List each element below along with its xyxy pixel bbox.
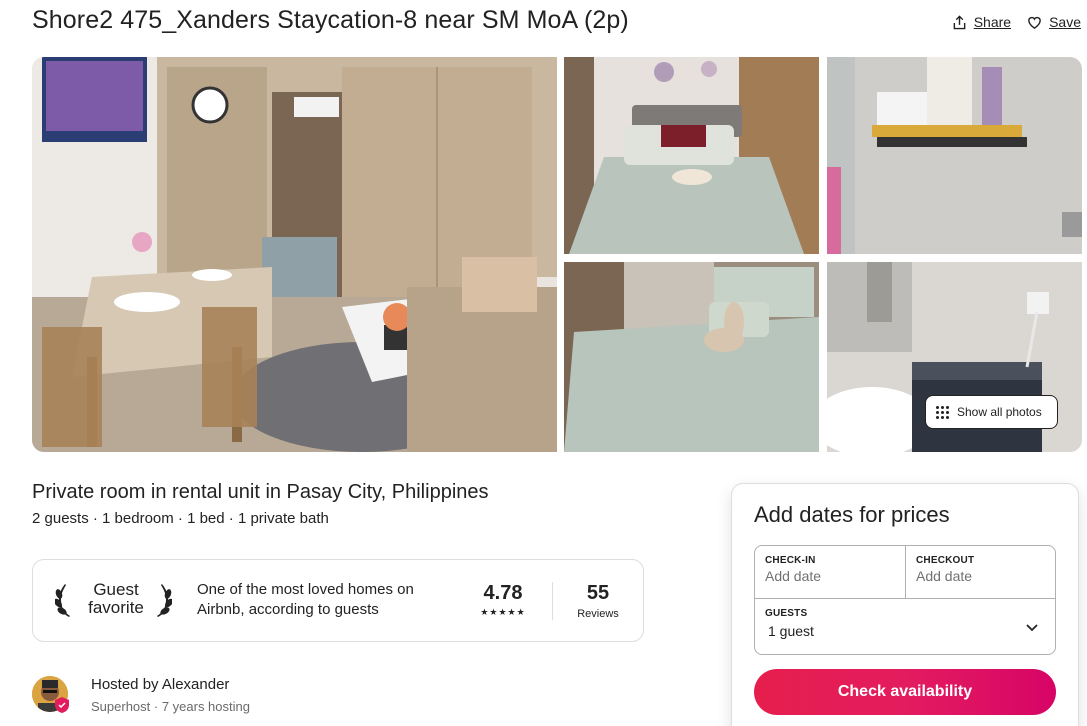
share-label: Share (973, 14, 1012, 30)
laurel-left-icon (55, 584, 70, 617)
guest-favorite-card[interactable]: Guest favorite One of the most loved hom… (32, 559, 644, 642)
divider (552, 582, 553, 620)
guests-field[interactable]: GUESTS 1 guest (755, 599, 1055, 654)
show-all-photos-button[interactable]: Show all photos (925, 395, 1058, 429)
checkout-label: CHECKOUT (916, 555, 975, 566)
rating-block: 4.78 ★★★★★ (473, 582, 533, 618)
guest-favorite-description: One of the most loved homes on Airbnb, a… (197, 581, 414, 618)
share-button[interactable]: Share (952, 14, 1011, 30)
check-availability-button[interactable]: Check availability (754, 669, 1056, 715)
chevron-down-icon (1026, 624, 1038, 632)
guest-favorite-line2: favorite (88, 598, 144, 617)
listing-details: 2 guests · 1 bedroom · 1 bed · 1 private… (32, 510, 329, 527)
checkin-value: Add date (765, 568, 822, 584)
checkin-field[interactable]: CHECK-IN Add date (755, 546, 906, 599)
superhost-badge-icon (55, 697, 69, 713)
guests-value: 1 guest (768, 623, 814, 639)
checkout-value: Add date (916, 568, 973, 584)
checkin-label: CHECK-IN (765, 555, 816, 566)
guest-favorite-badge: Guest favorite (79, 581, 153, 617)
booking-title: Add dates for prices (754, 502, 950, 527)
guest-favorite-line1: Guest (93, 580, 139, 599)
guests-label: GUESTS (765, 608, 808, 619)
photo-gallery (32, 57, 1082, 452)
reviews-count: 55 (586, 582, 610, 604)
heart-icon (1028, 16, 1041, 29)
grid-dots-icon (936, 405, 949, 419)
laurel-right-icon (157, 584, 172, 617)
save-button[interactable]: Save (1027, 14, 1081, 30)
hosted-by-text: Hosted by Alexander (91, 676, 230, 693)
living-dining-room-photo[interactable] (32, 57, 557, 452)
save-label: Save (1049, 14, 1081, 30)
bed-towels-photo[interactable] (564, 262, 819, 452)
bathroom-shelf-photo[interactable] (827, 57, 1082, 254)
bedroom-photo[interactable] (564, 57, 819, 254)
reviews-label: Reviews (577, 608, 619, 620)
rating-value: 4.78 (483, 582, 523, 604)
host-meta-text: Superhost · 7 years hosting (91, 699, 250, 714)
listing-subtitle: Private room in rental unit in Pasay Cit… (32, 481, 489, 503)
booking-card: Add dates for prices CHECK-IN Add date C… (731, 483, 1079, 726)
checkout-field[interactable]: CHECKOUT Add date (906, 546, 1055, 599)
top-actions: Share Save (952, 14, 1081, 30)
listing-title: Shore2 475_Xanders Staycation-8 near SM … (32, 6, 629, 34)
star-rating-icon: ★★★★★ (480, 607, 526, 617)
date-guest-picker: CHECK-IN Add date CHECKOUT Add date GUES… (754, 545, 1056, 655)
share-icon (953, 14, 966, 29)
reviews-link[interactable]: 55 Reviews (568, 582, 628, 620)
show-all-photos-label: Show all photos (957, 405, 1042, 419)
